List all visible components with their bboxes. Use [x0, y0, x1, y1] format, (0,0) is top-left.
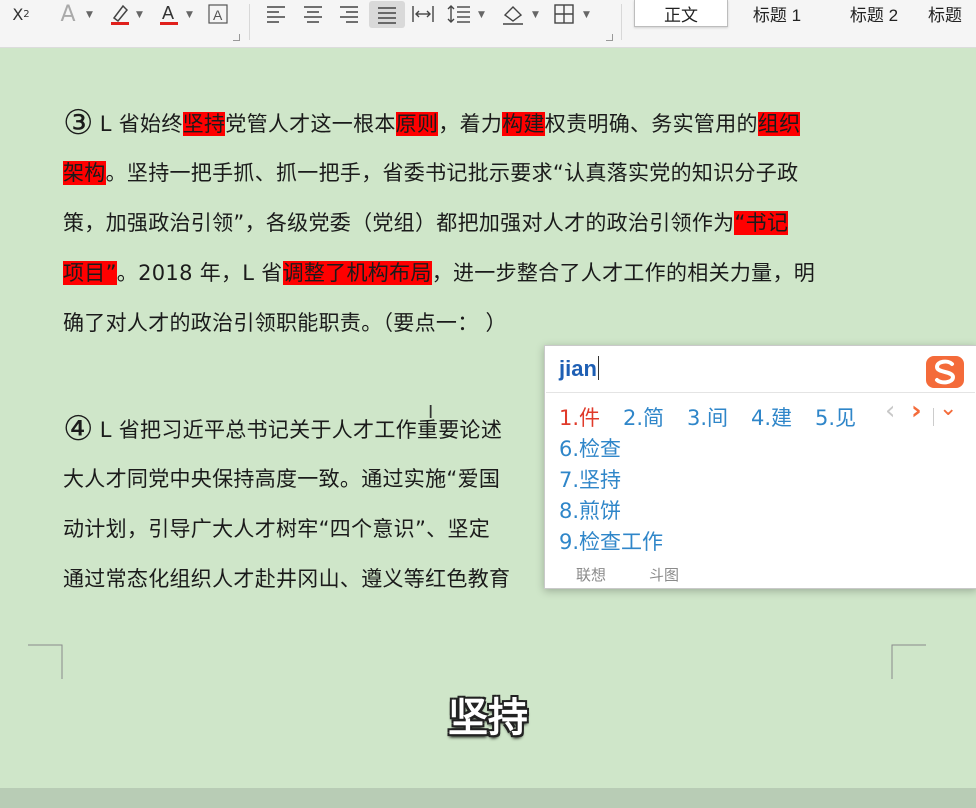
highlighted-text: 项目” [63, 261, 117, 285]
margin-corner-left [28, 644, 63, 679]
svg-text:A: A [213, 7, 223, 23]
justify-icon[interactable] [369, 1, 405, 28]
subscript-icon[interactable]: X2 [0, 2, 42, 26]
ime-candidate-1[interactable]: 1.件 [559, 402, 600, 432]
line-spacing-icon[interactable] [444, 2, 474, 26]
chevron-down-icon[interactable]: ▼ [532, 10, 539, 20]
text-cursor-icon: I [428, 402, 434, 423]
chevron-down-icon[interactable]: ▼ [86, 10, 93, 20]
align-left-icon[interactable] [262, 2, 290, 26]
text-line[interactable]: ④L 省把习近平总书记关于人才工作重要论述 [63, 404, 543, 454]
text-line[interactable]: 大人才同党中央保持高度一致。通过实施“爱国 [63, 454, 543, 504]
text-run: L 省把习近平总书记关于人才工作重要论述 [99, 418, 503, 442]
text-line[interactable]: 确了对人才的政治引领职能职责。（要点一： ） [63, 298, 895, 348]
text-run: 动计划，引导广大人才树牢“四个意识”、坚定 [63, 517, 491, 541]
align-center-icon[interactable] [299, 2, 327, 26]
text-run: 通过常态化组织人才赴井冈山、遵义等红色教育 [63, 567, 511, 591]
highlighted-text: 坚持 [182, 112, 226, 136]
text-effect-icon[interactable]: A [54, 2, 82, 27]
ime-candidate-5[interactable]: 5.见 [815, 402, 856, 432]
ime-sticker-tab[interactable]: 斗图 [649, 564, 679, 585]
ime-next-page-icon[interactable]: › [911, 396, 922, 426]
dialog-launcher-icon[interactable] [233, 34, 240, 41]
ime-candidate-7[interactable]: 7.坚持 [559, 464, 621, 494]
highlighted-text: 构建 [502, 112, 545, 136]
chevron-down-icon[interactable]: ▼ [136, 10, 143, 20]
paragraph-marker: ③ [63, 103, 94, 143]
text-line[interactable]: 动计划，引导广大人才树牢“四个意识”、坚定 [63, 504, 543, 554]
ribbon-toolbar: X2 A ▼ ▼ A ▼ A ▼ ▼ ▼ 正文 标题 1 标题 2 标题 [0, 0, 976, 48]
highlighted-text: 调整了机构布局 [282, 261, 432, 285]
ime-candidate-4[interactable]: 4.建 [751, 402, 792, 432]
highlighted-text: 组织 [757, 112, 801, 136]
svg-text:A: A [162, 3, 174, 23]
ime-prev-page-icon[interactable]: ‹ [885, 396, 895, 426]
text-run: 。坚持一把手抓、抓一把手，省委书记批示要求“认真落实党的知识分子政 [105, 161, 799, 185]
ime-candidate-window[interactable]: jian 1.件 2.简 3.间 4.建 5.见 ‹ › ⌄ 6.检查 7.坚持… [544, 345, 976, 589]
char-border-icon[interactable]: A [205, 2, 231, 26]
text-run: 。2018 年，L 省 [116, 261, 283, 285]
style-heading-1[interactable]: 标题 1 [735, 0, 819, 26]
dialog-launcher-icon[interactable] [606, 34, 613, 41]
text-line[interactable]: ③L 省始终坚持党管人才这一根本原则，着力构建权责明确、务实管用的组织 [63, 98, 895, 148]
style-normal[interactable]: 正文 [634, 0, 728, 27]
style-heading-2[interactable]: 标题 2 [829, 0, 919, 26]
font-color-icon[interactable]: A [156, 2, 182, 26]
text-run: 策，加强政治引领”，各级党委（党组）都把加强对人才的政治引领作为 [63, 211, 735, 235]
text-line[interactable]: 架构。坚持一把手抓、抓一把手，省委书记批示要求“认真落实党的知识分子政 [63, 148, 895, 198]
chevron-down-icon[interactable]: ▼ [583, 10, 590, 20]
margin-corner-right [891, 644, 926, 679]
text-line[interactable]: 策，加强政治引领”，各级党委（党组）都把加强对人才的政治引领作为“书记 [63, 198, 895, 248]
chevron-down-icon[interactable]: ▼ [186, 10, 193, 20]
text-line[interactable]: 项目”。2018 年，L 省调整了机构布局，进一步整合了人才工作的相关力量，明 [63, 248, 895, 298]
text-run: L 省始终 [99, 112, 183, 136]
text-line[interactable]: 通过常态化组织人才赴井冈山、遵义等红色教育 [63, 554, 543, 604]
distributed-icon[interactable] [410, 2, 436, 26]
text-run: ，进一步整合了人才工作的相关力量，明 [431, 261, 816, 285]
ime-candidate-8[interactable]: 8.煎饼 [559, 495, 621, 525]
highlighted-text: “书记 [734, 211, 789, 235]
video-subtitle: 坚持 [448, 695, 528, 741]
text-run: 党管人才这一根本 [225, 112, 396, 136]
borders-icon[interactable] [550, 2, 578, 26]
text-run: ，着力 [438, 112, 503, 136]
text-run: 权责明确、务实管用的 [544, 112, 758, 136]
ime-candidate-3[interactable]: 3.间 [687, 402, 728, 432]
ime-expand-icon[interactable]: ⌄ [939, 396, 957, 421]
ime-association-tab[interactable]: 联想 [576, 564, 606, 585]
highlighted-text: 架构 [63, 161, 106, 185]
chevron-down-icon[interactable]: ▼ [478, 10, 485, 20]
highlight-icon[interactable] [105, 2, 135, 26]
paragraph-marker: ④ [63, 409, 94, 449]
ime-candidate-2[interactable]: 2.简 [623, 402, 664, 432]
ime-candidate-9[interactable]: 9.检查工作 [559, 526, 663, 556]
ime-input-text: jian [559, 356, 599, 381]
ime-candidate-6[interactable]: 6.检查 [559, 433, 621, 463]
shading-icon[interactable] [498, 2, 528, 26]
highlighted-text: 原则 [395, 112, 439, 136]
bottom-bar [0, 788, 976, 808]
sogou-logo-icon [926, 356, 964, 388]
text-run: 大人才同党中央保持高度一致。通过实施“爱国 [63, 467, 501, 491]
text-run: 确了对人才的政治引领职能职责。（要点一： ） [63, 311, 507, 335]
align-right-icon[interactable] [335, 2, 363, 26]
style-heading-3[interactable]: 标题 [928, 0, 976, 26]
